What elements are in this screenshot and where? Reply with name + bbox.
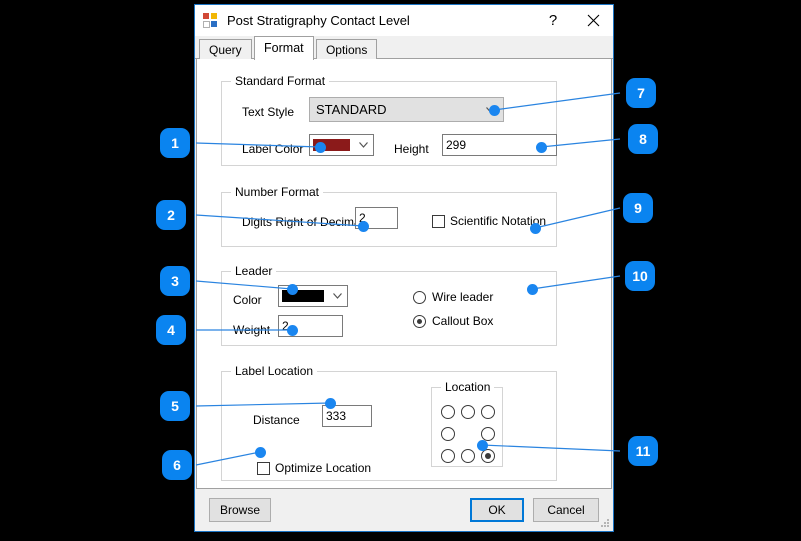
annotation-badge-6: 6 — [162, 450, 192, 480]
help-button[interactable]: ? — [533, 6, 573, 36]
browse-button[interactable]: Browse — [209, 498, 271, 522]
height-label: Height — [394, 142, 429, 156]
text-style-dropdown[interactable]: STANDARD — [309, 97, 504, 122]
close-icon[interactable] — [573, 6, 613, 36]
tab-strip: Query Format Options — [195, 36, 613, 59]
annotation-badge-7: 7 — [626, 78, 656, 108]
title-bar: Post Stratigraphy Contact Level ? — [195, 5, 613, 36]
label-color-dropdown[interactable] — [309, 134, 374, 156]
leader-color-label: Color — [233, 293, 262, 307]
location-radio-bottom-left[interactable] — [441, 449, 455, 463]
leader-weight-input[interactable]: 2 — [278, 315, 343, 337]
location-radio-top-left[interactable] — [441, 405, 455, 419]
distance-label: Distance — [253, 413, 300, 427]
radio-wire-leader[interactable]: Wire leader — [413, 290, 493, 304]
group-leader: Leader Color Weight 2 Wire leader Callou… — [221, 271, 557, 346]
optimize-location-checkbox[interactable]: Optimize Location — [257, 461, 371, 475]
tab-format[interactable]: Format — [254, 36, 314, 60]
tab-query[interactable]: Query — [199, 39, 252, 60]
location-grid — [432, 388, 504, 468]
annotation-badge-3: 3 — [160, 266, 190, 296]
radio-callout-box[interactable]: Callout Box — [413, 314, 493, 328]
optimize-location-label: Optimize Location — [275, 461, 371, 475]
group-number-format: Number Format Digits Right of Decimal 2 … — [221, 192, 557, 247]
tab-options[interactable]: Options — [316, 39, 377, 60]
checkbox-box — [432, 215, 445, 228]
annotation-badge-5: 5 — [160, 391, 190, 421]
scientific-notation-checkbox[interactable]: Scientific Notation — [432, 214, 546, 228]
annotation-badge-11: 11 — [628, 436, 658, 466]
group-label-location-label: Label Location — [231, 364, 317, 378]
chevron-down-icon — [353, 142, 373, 148]
location-radio-middle-right[interactable] — [481, 427, 495, 441]
chevron-down-icon — [486, 107, 495, 113]
location-radio-bottom-right[interactable] — [481, 449, 495, 463]
label-color-swatch — [313, 139, 350, 151]
label-color-label: Label Color — [242, 142, 303, 156]
group-location-grid: Location — [431, 387, 503, 467]
group-leader-label: Leader — [231, 264, 276, 278]
group-label-location: Label Location Distance 333 Optimize Loc… — [221, 371, 557, 481]
chevron-down-icon — [327, 293, 347, 299]
callout-box-label: Callout Box — [432, 314, 493, 328]
radio-circle — [413, 315, 426, 328]
location-radio-bottom-center[interactable] — [461, 449, 475, 463]
annotation-badge-9: 9 — [623, 193, 653, 223]
leader-color-swatch — [282, 290, 324, 302]
dialog-window: Post Stratigraphy Contact Level ? Query … — [194, 4, 614, 532]
annotation-badge-10: 10 — [625, 261, 655, 291]
cancel-button[interactable]: Cancel — [533, 498, 599, 522]
annotation-badge-8: 8 — [628, 124, 658, 154]
ok-button[interactable]: OK — [470, 498, 524, 522]
radio-circle — [413, 291, 426, 304]
height-input[interactable]: 299 — [442, 134, 557, 156]
group-number-format-label: Number Format — [231, 185, 323, 199]
group-standard-format-label: Standard Format — [231, 74, 329, 88]
digits-right-of-decimal-input[interactable]: 2 — [355, 207, 398, 229]
leader-color-dropdown[interactable] — [278, 285, 348, 307]
annotation-badge-4: 4 — [156, 315, 186, 345]
window-title: Post Stratigraphy Contact Level — [227, 13, 533, 28]
digits-right-of-decimal-label: Digits Right of Decimal — [242, 215, 363, 229]
location-radio-middle-left[interactable] — [441, 427, 455, 441]
location-radio-top-right[interactable] — [481, 405, 495, 419]
text-style-value: STANDARD — [316, 102, 387, 117]
dialog-footer: Browse OK Cancel — [195, 489, 613, 531]
group-standard-format: Standard Format Text Style STANDARD Labe… — [221, 81, 557, 166]
location-radio-top-center[interactable] — [461, 405, 475, 419]
tab-page-format: Standard Format Text Style STANDARD Labe… — [196, 59, 612, 489]
scientific-notation-label: Scientific Notation — [450, 214, 546, 228]
leader-weight-label: Weight — [233, 323, 270, 337]
annotation-badge-2: 2 — [156, 200, 186, 230]
text-style-label: Text Style — [242, 105, 294, 119]
annotation-badge-1: 1 — [160, 128, 190, 158]
windows-forms-icon — [203, 13, 219, 29]
distance-input[interactable]: 333 — [322, 405, 372, 427]
checkbox-box — [257, 462, 270, 475]
resize-grip[interactable] — [600, 519, 610, 529]
wire-leader-label: Wire leader — [432, 290, 493, 304]
